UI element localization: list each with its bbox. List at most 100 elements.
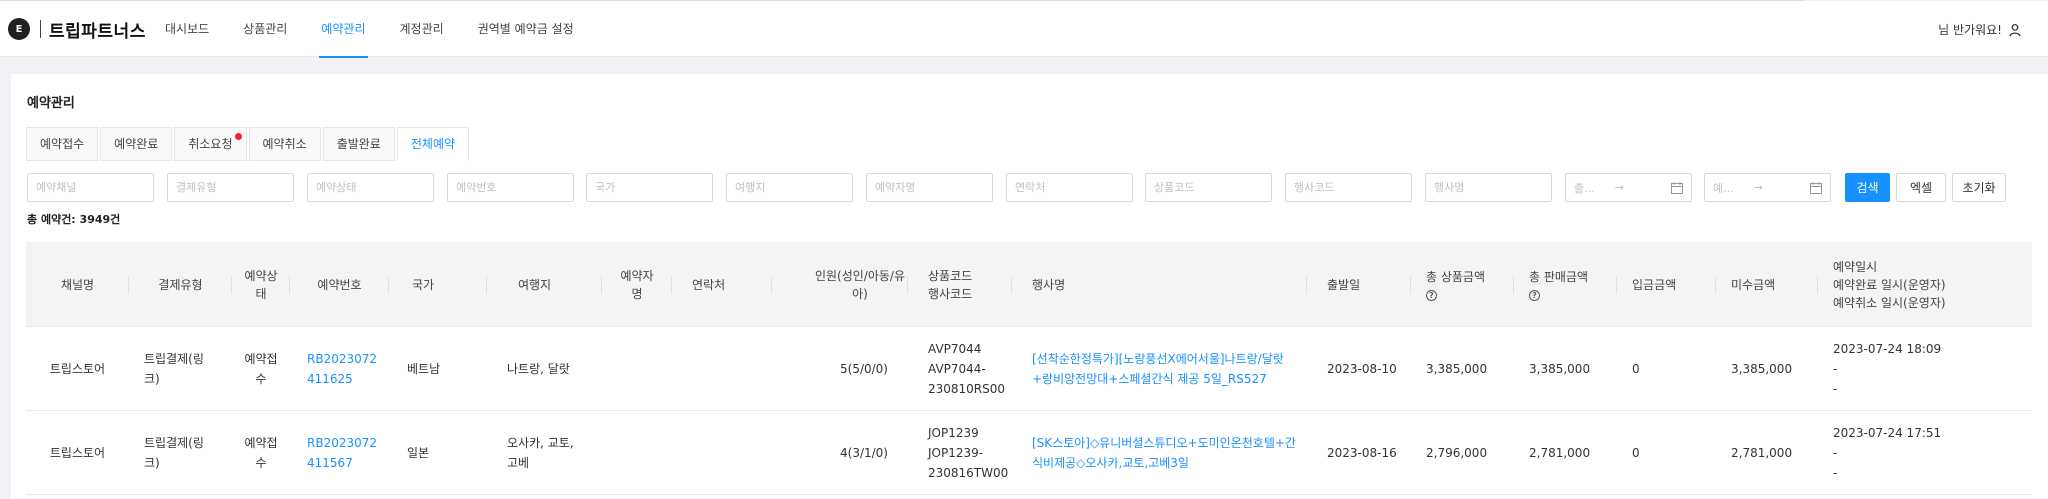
contact-filter-input[interactable] [1006,173,1133,202]
cell-unpaid: 3,385,000 [1731,362,1793,376]
event-name-link[interactable]: [선착순한정특가][노랑풍선X에어서울]나트랑/달랏 +랑비앙전망대+스페셜간식 … [1032,349,1284,389]
cell-reservation-number: RB2023072 411567 [290,411,389,495]
cell-unpaid: 2,781,000 [1731,446,1793,460]
reset-button[interactable]: 초기화 [1952,173,2006,202]
cell-country: 일본 [407,446,430,460]
cell-total-sale: 2,781,000 [1529,446,1591,460]
booker-name-input[interactable] [866,173,993,202]
cell-payment-type: 트립결제(링 크) [144,352,204,386]
col-reservation-dates: 예약일시 예약완료 일시(운영자) 예약취소 일시(운영자) [1833,259,1946,310]
calendar-icon[interactable] [1810,182,1822,194]
reservation-number-input[interactable] [447,173,574,202]
cell-contact [672,411,772,495]
col-total-product-amount: 총 상품금액? [1411,242,1514,327]
col-people: 인원(성인/아동/유 아) [772,242,908,327]
cell-people: 5(5/0/0) [840,362,888,376]
cell-event-name: [SK스토아]◇유니버셜스튜디오+도미인온천호텔+간 식비제공◇오사카,교토,고베… [1012,411,1307,495]
cell-codes: AVP7044 AVP7044- 230810RS00 [928,342,1006,396]
event-code-input[interactable] [1285,173,1412,202]
tab-label: 전체예약 [410,137,456,151]
cell-status: 예약접 수 [244,352,278,386]
event-name-link[interactable]: [SK스토아]◇유니버셜스튜디오+도미인온천호텔+간 식비제공◇오사카,교토,고베… [1032,433,1296,473]
col-event-name: 행사명 [1012,242,1307,327]
cell-country: 베트남 [407,362,441,376]
nav-reservation-management[interactable]: 예약관리 [319,1,368,58]
col-total-sale-amount: 총 판매금액? [1514,242,1617,327]
col-deposit-amount: 입금금액 [1617,242,1716,327]
cell-payment-type: 트립결제(링 크) [144,436,204,470]
tab-label: 예약접수 [40,137,85,151]
help-icon[interactable]: ? [1426,290,1437,301]
calendar-icon[interactable] [1671,182,1683,194]
event-name-input[interactable] [1425,173,1552,202]
cell-destination: 오사카, 교토, 고베 [507,436,574,470]
tab-all-reservations[interactable]: 전체예약 [396,127,470,161]
help-icon[interactable]: ? [1529,290,1540,301]
search-button[interactable]: 검색 [1845,173,1890,202]
brand-logo[interactable]: E 트립파트너스 [8,17,146,42]
destination-filter-input[interactable] [726,173,853,202]
col-destination: 여행지 [487,242,602,327]
tab-received[interactable]: 예약접수 [26,127,99,161]
cell-booker [602,411,672,495]
table-row[interactable]: 트립스토어 트립결제(링 크) 예약접 수 RB2023072 411625 베트남 … [26,327,2032,411]
reservation-date-range[interactable]: 예... → [1704,173,1831,202]
user-menu[interactable]: 님 반가워요! [1938,21,2048,38]
nav-product-management[interactable]: 상품관리 [243,1,287,58]
col-payment-type: 결제유형 [129,242,232,327]
country-filter-input[interactable] [586,173,713,202]
cell-channel: 트립스토어 [49,362,106,376]
reservation-number-link[interactable]: RB2023072 411625 [307,349,377,389]
channel-filter-input[interactable] [27,173,154,202]
cell-dates: 2023-07-24 18:09- - [1833,342,1942,396]
cell-contact [672,327,772,411]
logo-divider [40,20,41,38]
cell-total-product: 3,385,000 [1426,362,1488,376]
cell-reservation-number: RB2023072 411625 [290,327,389,411]
tab-cancel-request[interactable]: 취소요청 [174,127,247,161]
cell-destination: 나트랑, 달랏 [507,362,570,376]
nav-regional-deposit-settings[interactable]: 권역별 예약금 설정 [478,1,574,58]
user-icon[interactable] [2008,23,2022,37]
nav-account-management[interactable]: 계정관리 [400,1,444,58]
col-unpaid-amount: 미수금액 [1716,242,1818,327]
departure-date-range[interactable]: 출... → [1565,173,1692,202]
date-start-placeholder: 예... [1713,181,1734,195]
payment-type-filter-input[interactable] [167,173,294,202]
nav-dashboard[interactable]: 대시보드 [165,1,209,58]
reservation-number-link[interactable]: RB2023072 411567 [307,433,377,473]
main-nav: 대시보드 상품관리 예약관리 계정관리 권역별 예약금 설정 [165,1,608,58]
cell-event-name: [선착순한정특가][노랑풍선X에어서울]나트랑/달랏 +랑비앙전망대+스페셜간식 … [1012,327,1307,411]
tab-departed[interactable]: 출발완료 [322,127,395,161]
col-booker: 예약자 명 [602,242,672,327]
cell-booker [602,327,672,411]
content-panel: 예약관리 예약접수 예약완료 취소요청 예약취소 출발완료 전체예약 출... … [11,74,2048,499]
col-channel: 채널명 [26,242,129,327]
tab-cancelled[interactable]: 예약취소 [248,127,321,161]
tab-completed[interactable]: 예약완료 [100,127,173,161]
table-row[interactable]: 트립스토어 트립결제(링 크) 예약접 수 RB2023072 411567 일본 오… [26,411,2032,495]
col-contact: 연락처 [672,242,772,327]
cell-departure-date: 2023-08-16 [1327,446,1397,460]
brand-name: 트립파트너스 [49,21,146,42]
total-reservations: 총 예약건: 3949건 [27,213,121,226]
product-code-input[interactable] [1145,173,1272,202]
user-greeting: 님 반가워요! [1938,23,2002,37]
col-status: 예약상 태 [232,242,290,327]
cell-deposit: 0 [1632,362,1640,376]
cell-codes: JOP1239 JOP1239- 230816TW00 [928,426,1009,480]
tab-label: 취소요청 [188,137,233,151]
excel-export-button[interactable]: 엑셀 [1896,173,1946,202]
date-start-placeholder: 출... [1574,181,1595,195]
cell-channel: 트립스토어 [49,446,106,460]
cell-departure-date: 2023-08-10 [1327,362,1397,376]
status-filter-input[interactable] [307,173,434,202]
app-header: E 트립파트너스 대시보드 상품관리 예약관리 계정관리 권역별 예약금 설정 … [0,1,2048,58]
tab-label: 예약취소 [262,137,307,151]
notification-dot [234,133,242,140]
page-title: 예약관리 [27,96,75,111]
cell-total-sale: 3,385,000 [1529,362,1591,376]
cell-people: 4(3/1/0) [840,446,888,460]
col-product-event-code: 상품코드 행사코드 [908,242,1012,327]
reservations-table: 채널명 결제유형 예약상 태 예약번호 국가 여행지 예약자 명 연락처 인원(성인… [26,242,2032,495]
